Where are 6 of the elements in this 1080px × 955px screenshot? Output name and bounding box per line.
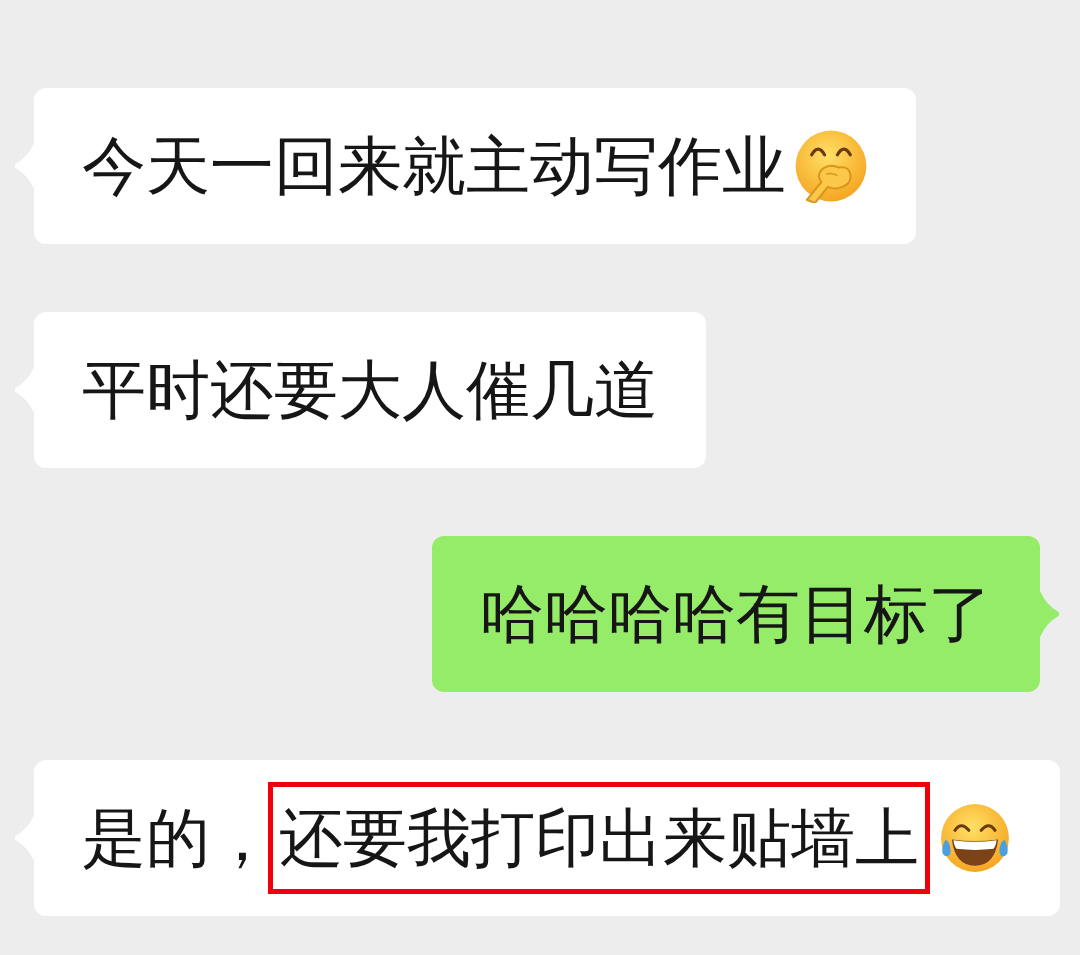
- boxed-message-text: 还要我打印出来贴墙上: [268, 782, 930, 894]
- hand-over-mouth-emoji-icon: [794, 129, 868, 203]
- message-text: 平时还要大人催几道: [82, 352, 658, 429]
- tears-of-joy-emoji-icon: [938, 801, 1012, 875]
- message-text: 今天一回来就主动写作业: [82, 128, 786, 205]
- message-text: 哈哈哈哈有目标了: [480, 576, 992, 653]
